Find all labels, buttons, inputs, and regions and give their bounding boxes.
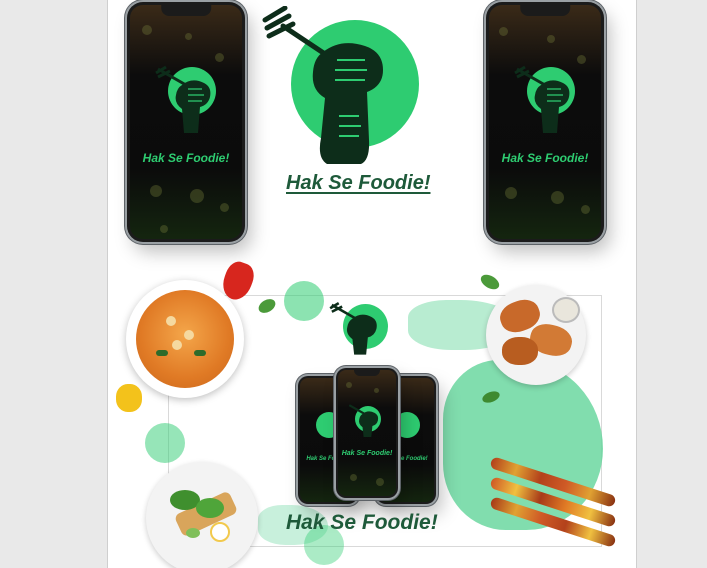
phone-brand-text: Hak Se Foodie! (142, 151, 230, 165)
poster-phone-front: Hak Se Foodie! (336, 368, 398, 498)
phone-brand-text: Hak Se Foodie! (341, 450, 393, 457)
decor-circle (284, 281, 324, 321)
herb-leaf-decor (478, 271, 502, 293)
kebab-skewers-image (488, 456, 618, 551)
curry-bowl-image (126, 280, 244, 398)
phone-screen: Hak Se Foodie! (489, 5, 601, 239)
phone-brand-text: Hak Se Foodie! (501, 151, 589, 165)
small-fist-fork-icon (329, 302, 377, 355)
artboard: Hak Se Foodie! Hak Se Foodie! Hak Se Foo… (107, 0, 637, 568)
yellow-pepper-image (116, 384, 142, 412)
main-brand-title: Hak Se Foodie! (286, 172, 431, 194)
grilled-chicken-plate-image (486, 285, 586, 385)
fist-fork-icon (348, 404, 379, 438)
poster-brand-title: Hak Se Foodie! (286, 511, 438, 534)
phone-screen: Hak Se Foodie! (130, 5, 242, 239)
fist-fork-icon (155, 65, 211, 133)
right-phone-mockup: Hak Se Foodie! (486, 2, 604, 242)
left-phone-mockup: Hak Se Foodie! (127, 2, 245, 242)
main-logo-icon (262, 6, 419, 164)
decor-circle (145, 423, 185, 463)
salad-plate-image (146, 462, 258, 568)
fist-fork-icon (514, 65, 570, 133)
